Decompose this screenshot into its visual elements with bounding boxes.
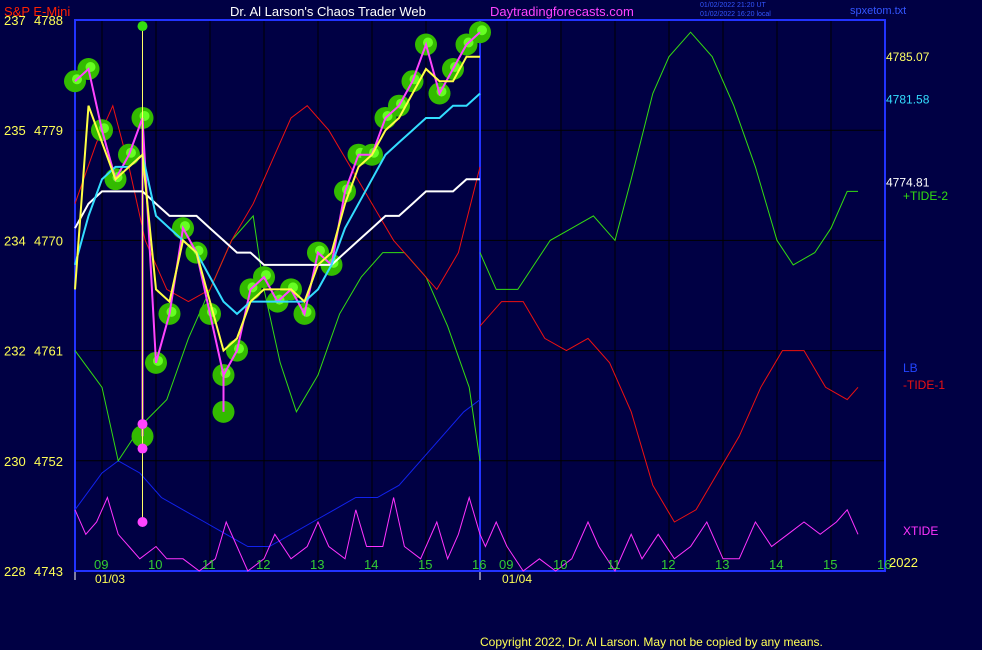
x-tick-label: 10 bbox=[553, 557, 567, 572]
symbol-label: S&P E-Mini bbox=[4, 4, 70, 19]
x-tick-label: 11 bbox=[607, 557, 621, 572]
swing-marker-dot bbox=[137, 517, 148, 528]
y-tick-label-left: 232 bbox=[4, 344, 26, 359]
y-tick-label-left: 228 bbox=[4, 564, 26, 579]
series-label: XTIDE bbox=[903, 524, 938, 538]
timestamp-ut: 01/02/2022 21:20 UT bbox=[700, 2, 766, 9]
price-level-label: 4774.81 bbox=[886, 176, 930, 190]
page-title: Dr. Al Larson's Chaos Trader Web bbox=[230, 4, 426, 19]
timestamp-local: 01/02/2022 16:20 local bbox=[700, 11, 771, 18]
x-tick-label: 11 bbox=[202, 557, 216, 572]
series-label: +TIDE-2 bbox=[903, 189, 948, 203]
chart-canvas: 237 4788235 4779234 4770232 4761230 4752228 47… bbox=[0, 0, 982, 650]
series-label: LB bbox=[903, 361, 918, 375]
price-level-label: 4785.07 bbox=[886, 50, 930, 64]
y-tick-label-left: 230 bbox=[4, 454, 26, 469]
y-tick-label-price: 4761 bbox=[34, 344, 63, 359]
swing-marker-dot bbox=[137, 419, 148, 430]
x-tick-label: 13 bbox=[310, 557, 324, 572]
x-tick-label: 09 bbox=[94, 557, 108, 572]
x-tick-label: 14 bbox=[769, 557, 783, 572]
x-tick-label: 13 bbox=[715, 557, 729, 572]
price-level-label: 4781.58 bbox=[886, 93, 930, 107]
x-tick-label: 15 bbox=[418, 557, 432, 572]
swing-marker-dot bbox=[137, 21, 148, 32]
swing-marker-dot bbox=[137, 443, 148, 454]
series-label: -TIDE-1 bbox=[903, 378, 945, 392]
y-tick-label-price: 4752 bbox=[34, 454, 63, 469]
x-date-label: 01/03 bbox=[95, 572, 125, 586]
x-tick-label: 14 bbox=[364, 557, 378, 572]
x-tick-label: 16 bbox=[472, 557, 486, 572]
site-link[interactable]: Daytradingforecasts.com bbox=[490, 4, 634, 19]
year-label: 2022 bbox=[889, 555, 918, 570]
y-tick-label-price: 4770 bbox=[34, 233, 63, 248]
x-tick-label: 12 bbox=[256, 557, 270, 572]
price-glow-highlight bbox=[180, 221, 190, 232]
y-tick-label-price: 4743 bbox=[34, 564, 63, 579]
x-tick-label: 09 bbox=[499, 557, 513, 572]
y-tick-label-left: 234 bbox=[4, 233, 26, 248]
price-glow-highlight bbox=[166, 306, 177, 317]
x-tick-label: 10 bbox=[148, 557, 162, 572]
x-date-label: 01/04 bbox=[502, 572, 532, 586]
copyright-notice: Copyright 2022, Dr. Al Larson. May not b… bbox=[480, 635, 823, 649]
x-tick-label: 12 bbox=[661, 557, 675, 572]
y-tick-label-left: 235 bbox=[4, 123, 26, 138]
x-tick-label: 15 bbox=[823, 557, 837, 572]
y-tick-label-price: 4779 bbox=[34, 123, 63, 138]
data-file-name: spxetom.txt bbox=[850, 5, 906, 17]
